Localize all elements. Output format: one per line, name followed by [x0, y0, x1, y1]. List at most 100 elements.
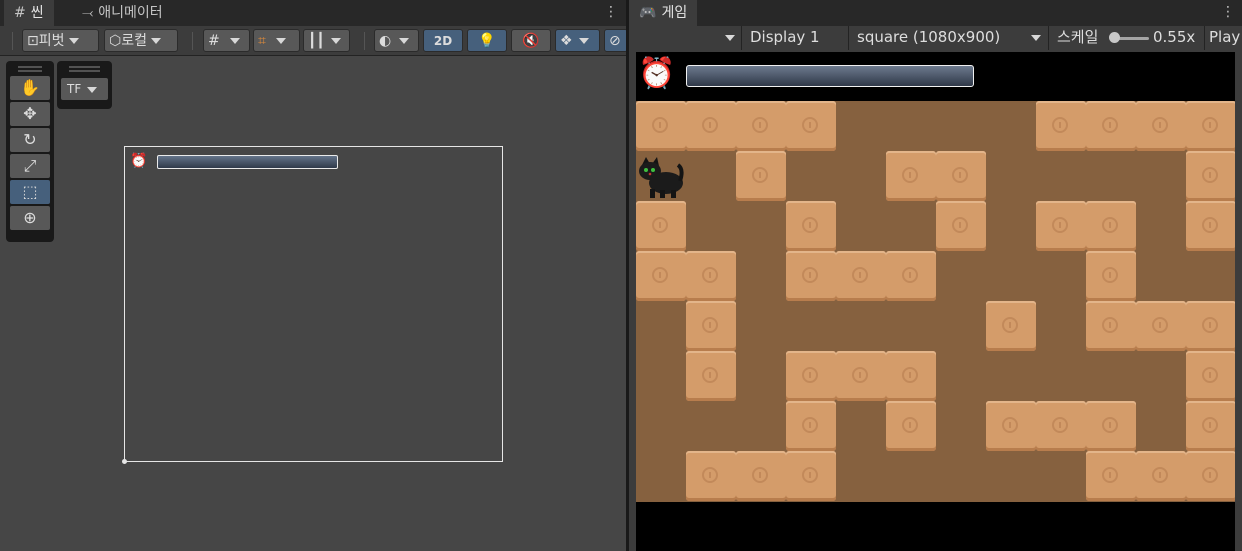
maze-wall-tile	[1086, 451, 1136, 501]
maze-wall-tile	[1036, 401, 1086, 451]
draw-mode-dropdown[interactable]: ◐	[374, 29, 419, 52]
maze-wall-tile	[986, 401, 1036, 451]
maze-wall-tile	[786, 351, 836, 401]
maze-wall-tile	[686, 351, 736, 401]
grid-snap-dropdown[interactable]: #	[203, 29, 250, 52]
game-panel: 🎮 게임 ⋮ Display 1 square (1080x900) 스케일 0.…	[629, 0, 1242, 551]
view-dropdown-chevron-icon[interactable]	[725, 35, 735, 41]
chevron-down-icon	[578, 38, 589, 44]
scene-menu-kebab-icon[interactable]: ⋮	[604, 4, 618, 20]
display-label: Display 1	[750, 28, 820, 46]
canvas-bounds[interactable]: ⏰	[122, 146, 503, 464]
ruler-dropdown[interactable]: ┃┃	[303, 29, 350, 52]
move-tool[interactable]: ✥	[10, 102, 50, 126]
maze-wall-tile	[786, 451, 836, 501]
chevron-down-icon	[229, 38, 240, 44]
resolution-dropdown[interactable]: square (1080x900)	[848, 26, 1048, 50]
ruler-icon: ┃┃	[308, 33, 325, 49]
maze-wall-tile	[786, 201, 836, 251]
maze-wall-tile	[886, 351, 936, 401]
local-cube-icon: ⬡	[109, 33, 122, 49]
maze-wall-tile	[936, 151, 986, 201]
overlay-grip-handle[interactable]	[69, 66, 100, 72]
alarm-clock-icon: ⏰	[638, 56, 676, 91]
rect-transform-icon: ⬚	[22, 182, 38, 201]
scene-tools-overlay: ✋ ✥ ↻ ⤢ ⬚ ⊕	[6, 61, 54, 242]
timer-bar	[686, 65, 974, 87]
maze-wall-tile	[686, 101, 736, 151]
maze-wall-tile	[1186, 101, 1235, 151]
maze-wall-tile	[686, 301, 736, 351]
scale-label: 스케일	[1057, 28, 1099, 46]
tab-animator[interactable]: ⤙ 애니메이터	[72, 0, 173, 26]
maze-wall-tile	[1086, 201, 1136, 251]
toolbar-separator	[192, 32, 193, 50]
tf-dropdown[interactable]: TF	[61, 78, 108, 100]
timer-bar-preview[interactable]	[157, 155, 338, 169]
maze-wall-tile	[786, 401, 836, 451]
maze-wall-tile	[936, 201, 986, 251]
effects-dropdown[interactable]: ❖	[555, 29, 600, 52]
hidden-objects-toggle[interactable]: ⊘	[604, 29, 628, 52]
tab-animator-label: 애니메이터	[98, 5, 163, 21]
maze-wall-tile	[1136, 101, 1186, 151]
maze-wall-tile	[1086, 101, 1136, 151]
pivot-dropdown[interactable]: ⊡피벗	[22, 29, 99, 52]
toolbar-separator	[12, 32, 13, 50]
scene-panel: # 씬 ⤙ 애니메이터 ⋮ ⊡피벗 ⬡로컬 # ⌗ ┃┃ ◐ 2D 💡 🔇 ❖ …	[0, 0, 628, 551]
lighting-toggle[interactable]: 💡	[467, 29, 507, 52]
game-toolbar: Display 1 square (1080x900) 스케일 0.55x Pl…	[629, 26, 1242, 50]
grid-icon: #	[14, 5, 26, 21]
chevron-down-icon	[399, 38, 410, 44]
increment-snap-dropdown[interactable]: ⌗	[253, 29, 300, 52]
chevron-down-icon	[87, 86, 98, 93]
lightbulb-icon: 💡	[478, 33, 496, 49]
maze-wall-tile	[836, 251, 886, 301]
maze-wall-tile	[886, 251, 936, 301]
local-dropdown[interactable]: ⬡로컬	[104, 29, 178, 52]
maze-wall-tile	[636, 201, 686, 251]
rotate-icon: ↻	[23, 130, 37, 149]
maze-wall-tile	[1086, 251, 1136, 301]
maze-wall-tile	[1086, 301, 1136, 351]
maze-wall-tile	[836, 351, 886, 401]
maze-wall-tile	[886, 401, 936, 451]
overlay-grip-handle[interactable]	[18, 66, 42, 72]
rect-tool[interactable]: ⬚	[10, 180, 50, 204]
play-focused-dropdown[interactable]: Play	[1204, 26, 1242, 50]
scale-tool[interactable]: ⤢	[10, 154, 50, 178]
maze-wall-tile	[886, 151, 936, 201]
mode-2d-toggle[interactable]: 2D	[423, 29, 463, 52]
maze-wall-tile	[1186, 151, 1235, 201]
maze-wall-tile	[786, 101, 836, 151]
scale-value: 0.55x	[1153, 28, 1196, 46]
tab-game[interactable]: 🎮 게임	[629, 0, 698, 26]
game-viewport[interactable]: ⏰	[636, 52, 1235, 551]
grid-snap-icon: #	[208, 33, 220, 49]
alarm-clock-icon: ⏰	[130, 153, 148, 169]
audio-toggle[interactable]: 🔇	[511, 29, 551, 52]
rotate-tool[interactable]: ↻	[10, 128, 50, 152]
eye-off-icon: ⊘	[609, 33, 621, 49]
tab-scene[interactable]: # 씬	[4, 0, 54, 26]
tab-game-label: 게임	[661, 5, 688, 21]
transform-tool[interactable]: ⊕	[10, 206, 50, 230]
hand-tool[interactable]: ✋	[10, 76, 50, 100]
scene-toolbar: ⊡피벗 ⬡로컬 # ⌗ ┃┃ ◐ 2D 💡 🔇 ❖ ⊘	[0, 26, 628, 56]
pivot-icon: ⊡	[27, 33, 39, 49]
tf-label: TF	[67, 82, 82, 96]
maze-wall-tile	[686, 451, 736, 501]
canvas-anchor-handle[interactable]	[122, 459, 127, 464]
black-cat-sprite	[639, 157, 684, 198]
shading-sphere-icon: ◐	[379, 33, 392, 49]
maze-wall-tile	[686, 251, 736, 301]
maze-wall-tile	[1036, 201, 1086, 251]
scale-slider-handle[interactable]	[1109, 32, 1120, 43]
animator-icon: ⤙	[82, 5, 94, 21]
maze-wall-tile	[1186, 401, 1235, 451]
maze-wall-tile	[736, 451, 786, 501]
toolbar-separator	[364, 32, 365, 50]
game-menu-kebab-icon[interactable]: ⋮	[1221, 4, 1235, 20]
maze-wall-tile	[636, 101, 686, 151]
display-dropdown[interactable]: Display 1	[741, 26, 848, 50]
